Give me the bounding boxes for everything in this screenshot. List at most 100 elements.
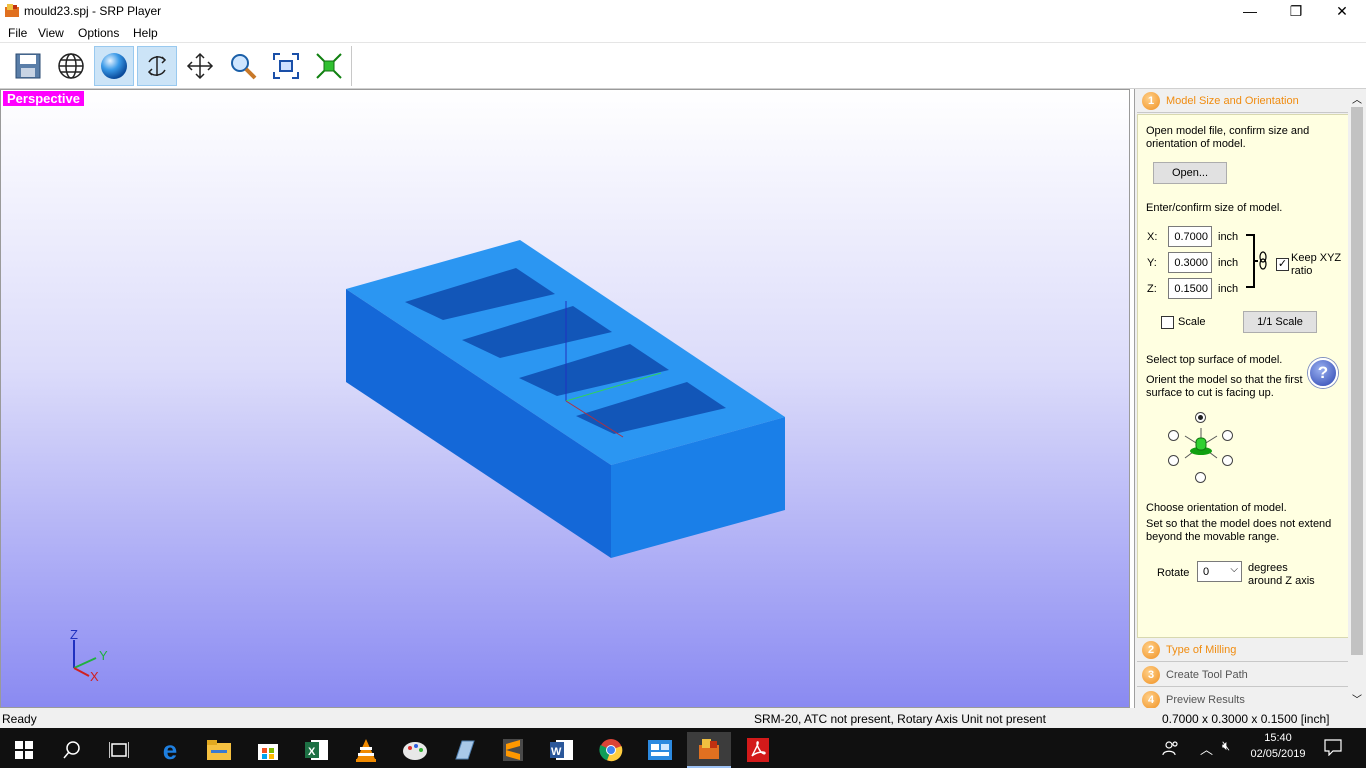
keep-ratio-checkbox[interactable]: ✓ [1276, 258, 1289, 271]
zoom-button[interactable] [223, 46, 263, 86]
orientation-radio-upper-right[interactable] [1222, 430, 1233, 441]
taskbar-acrobat[interactable] [736, 732, 780, 768]
clock-date[interactable]: 02/05/2019 [1244, 748, 1312, 760]
people-icon[interactable] [1162, 740, 1180, 756]
search-icon [63, 741, 80, 759]
save-button[interactable] [8, 46, 48, 86]
triad-y-line [73, 657, 97, 669]
taskbar-vlc[interactable] [344, 732, 388, 768]
close-button[interactable]: ✕ [1319, 0, 1365, 22]
window-title: mould23.spj - SRP Player [24, 4, 162, 18]
model-render: Z Y X [70, 240, 785, 684]
orientation-selector [1166, 412, 1236, 483]
orientation-radio-bottom[interactable] [1195, 472, 1206, 483]
help-button[interactable]: ? [1308, 358, 1338, 388]
ratio-bracket [1246, 234, 1267, 288]
rotate-button[interactable] [137, 46, 177, 86]
orientation-radio-upper-left[interactable] [1168, 430, 1179, 441]
shaded-sphere-icon [101, 53, 127, 79]
menu-help[interactable]: Help [133, 26, 158, 40]
taskbar-chrome[interactable] [589, 732, 633, 768]
excel-icon: X [305, 740, 328, 760]
size-instruction: Enter/confirm size of model. [1146, 202, 1283, 214]
sublime-icon [503, 739, 523, 761]
title-bar: mould23.spj - SRP Player — ❐ ✕ [0, 0, 1366, 22]
step-4-title: Preview Results [1166, 694, 1245, 706]
save-icon [15, 53, 41, 79]
fit-view-button[interactable] [266, 46, 306, 86]
step-2-badge: 2 [1142, 641, 1160, 659]
control-panel-icon [648, 740, 672, 760]
step-3-title: Create Tool Path [1166, 669, 1248, 681]
rotate-select[interactable]: 0 ⌵ [1197, 561, 1242, 582]
scale-label: Scale [1178, 316, 1206, 328]
taskbar-word[interactable]: W [540, 732, 584, 768]
orientation-radio-lower-left[interactable] [1168, 455, 1179, 466]
rotate-icon [147, 56, 167, 76]
y-size-field[interactable]: 0.3000 [1168, 252, 1212, 273]
tray-expand-icon[interactable]: ︿ [1200, 739, 1213, 758]
taskbar-srp-player[interactable] [687, 732, 731, 768]
scale-checkbox[interactable] [1161, 316, 1174, 329]
panel-scrollbar[interactable]: ︿ ﹀ [1348, 89, 1366, 708]
menu-file[interactable]: File [8, 26, 27, 40]
z-size-field[interactable]: 0.1500 [1168, 278, 1212, 299]
degrees-label-1: degrees [1248, 562, 1288, 574]
status-bar: Ready SRM-20, ATC not present, Rotary Ax… [0, 708, 1366, 728]
clock-time[interactable]: 15:40 [1250, 732, 1306, 744]
step-2-header[interactable]: 2 Type of Milling [1137, 638, 1349, 662]
taskbar-store[interactable] [246, 732, 290, 768]
step-1-header[interactable]: 1 Model Size and Orientation [1137, 89, 1349, 113]
wireframe-button[interactable] [51, 46, 91, 86]
menu-options[interactable]: Options [78, 26, 119, 40]
maximize-button[interactable]: ❐ [1273, 0, 1319, 22]
taskbar-paint[interactable] [393, 732, 437, 768]
open-button[interactable]: Open... [1153, 162, 1227, 184]
taskbar-app[interactable] [442, 732, 486, 768]
y-label: Y: [1147, 257, 1157, 269]
menu-bar: File View Options Help [0, 22, 1366, 43]
taskbar-sublime[interactable] [491, 732, 535, 768]
windows-taskbar: e X W ︿ 🔇︎ 15:40 02/05/2019 [0, 728, 1366, 768]
x-unit: inch [1218, 231, 1239, 243]
step-1-body: Open model file, confirm size and orient… [1137, 114, 1349, 638]
3d-viewport[interactable]: Perspective Z Y X [0, 89, 1130, 708]
keep-ratio-label-1: Keep XYZ [1291, 252, 1342, 264]
pan-button[interactable] [180, 46, 220, 86]
step-1-title: Model Size and Orientation [1166, 95, 1299, 107]
pan-icon [186, 52, 214, 80]
triad-x-line [73, 667, 90, 677]
wizard-panel: 1 Model Size and Orientation Open model … [1134, 89, 1366, 712]
shaded-view-button[interactable] [94, 46, 134, 86]
taskbar-control-panel[interactable] [638, 732, 682, 768]
step-3-header[interactable]: 3 Create Tool Path [1137, 663, 1349, 687]
file-explorer-icon [207, 740, 231, 760]
rotate-label: Rotate [1157, 567, 1190, 579]
triad-y-label: Y [99, 648, 108, 663]
x-size-field[interactable]: 0.7000 [1168, 226, 1212, 247]
step-2-title: Type of Milling [1166, 644, 1237, 656]
speaker-muted-icon[interactable]: 🔇︎ [1222, 738, 1230, 754]
status-model-size: 0.7000 x 0.3000 x 0.1500 [inch] [1162, 712, 1330, 726]
orientation-radio-lower-right[interactable] [1222, 455, 1233, 466]
step-4-badge: 4 [1142, 691, 1160, 709]
menu-view[interactable]: View [38, 26, 64, 40]
taskbar-file-explorer[interactable] [197, 732, 241, 768]
taskbar-search[interactable] [50, 732, 94, 768]
toolbar-separator [351, 46, 352, 86]
scroll-up-icon[interactable]: ︿ [1352, 91, 1362, 106]
triad-z-label: Z [70, 627, 78, 642]
app-icon [455, 740, 475, 760]
task-view-button[interactable] [97, 732, 141, 768]
scroll-down-icon[interactable]: ﹀ [1352, 691, 1362, 706]
reset-view-button[interactable] [309, 46, 349, 86]
taskbar-excel[interactable]: X [295, 732, 339, 768]
orientation-radio-top[interactable] [1195, 412, 1206, 423]
one-to-one-scale-button[interactable]: 1/1 Scale [1243, 311, 1317, 333]
choose-orientation-label: Choose orientation of model. [1146, 502, 1287, 514]
taskbar-edge[interactable]: e [148, 732, 192, 768]
start-button[interactable] [2, 732, 46, 768]
notification-icon[interactable] [1324, 739, 1342, 756]
minimize-button[interactable]: — [1227, 0, 1273, 22]
scroll-thumb[interactable] [1351, 107, 1363, 655]
